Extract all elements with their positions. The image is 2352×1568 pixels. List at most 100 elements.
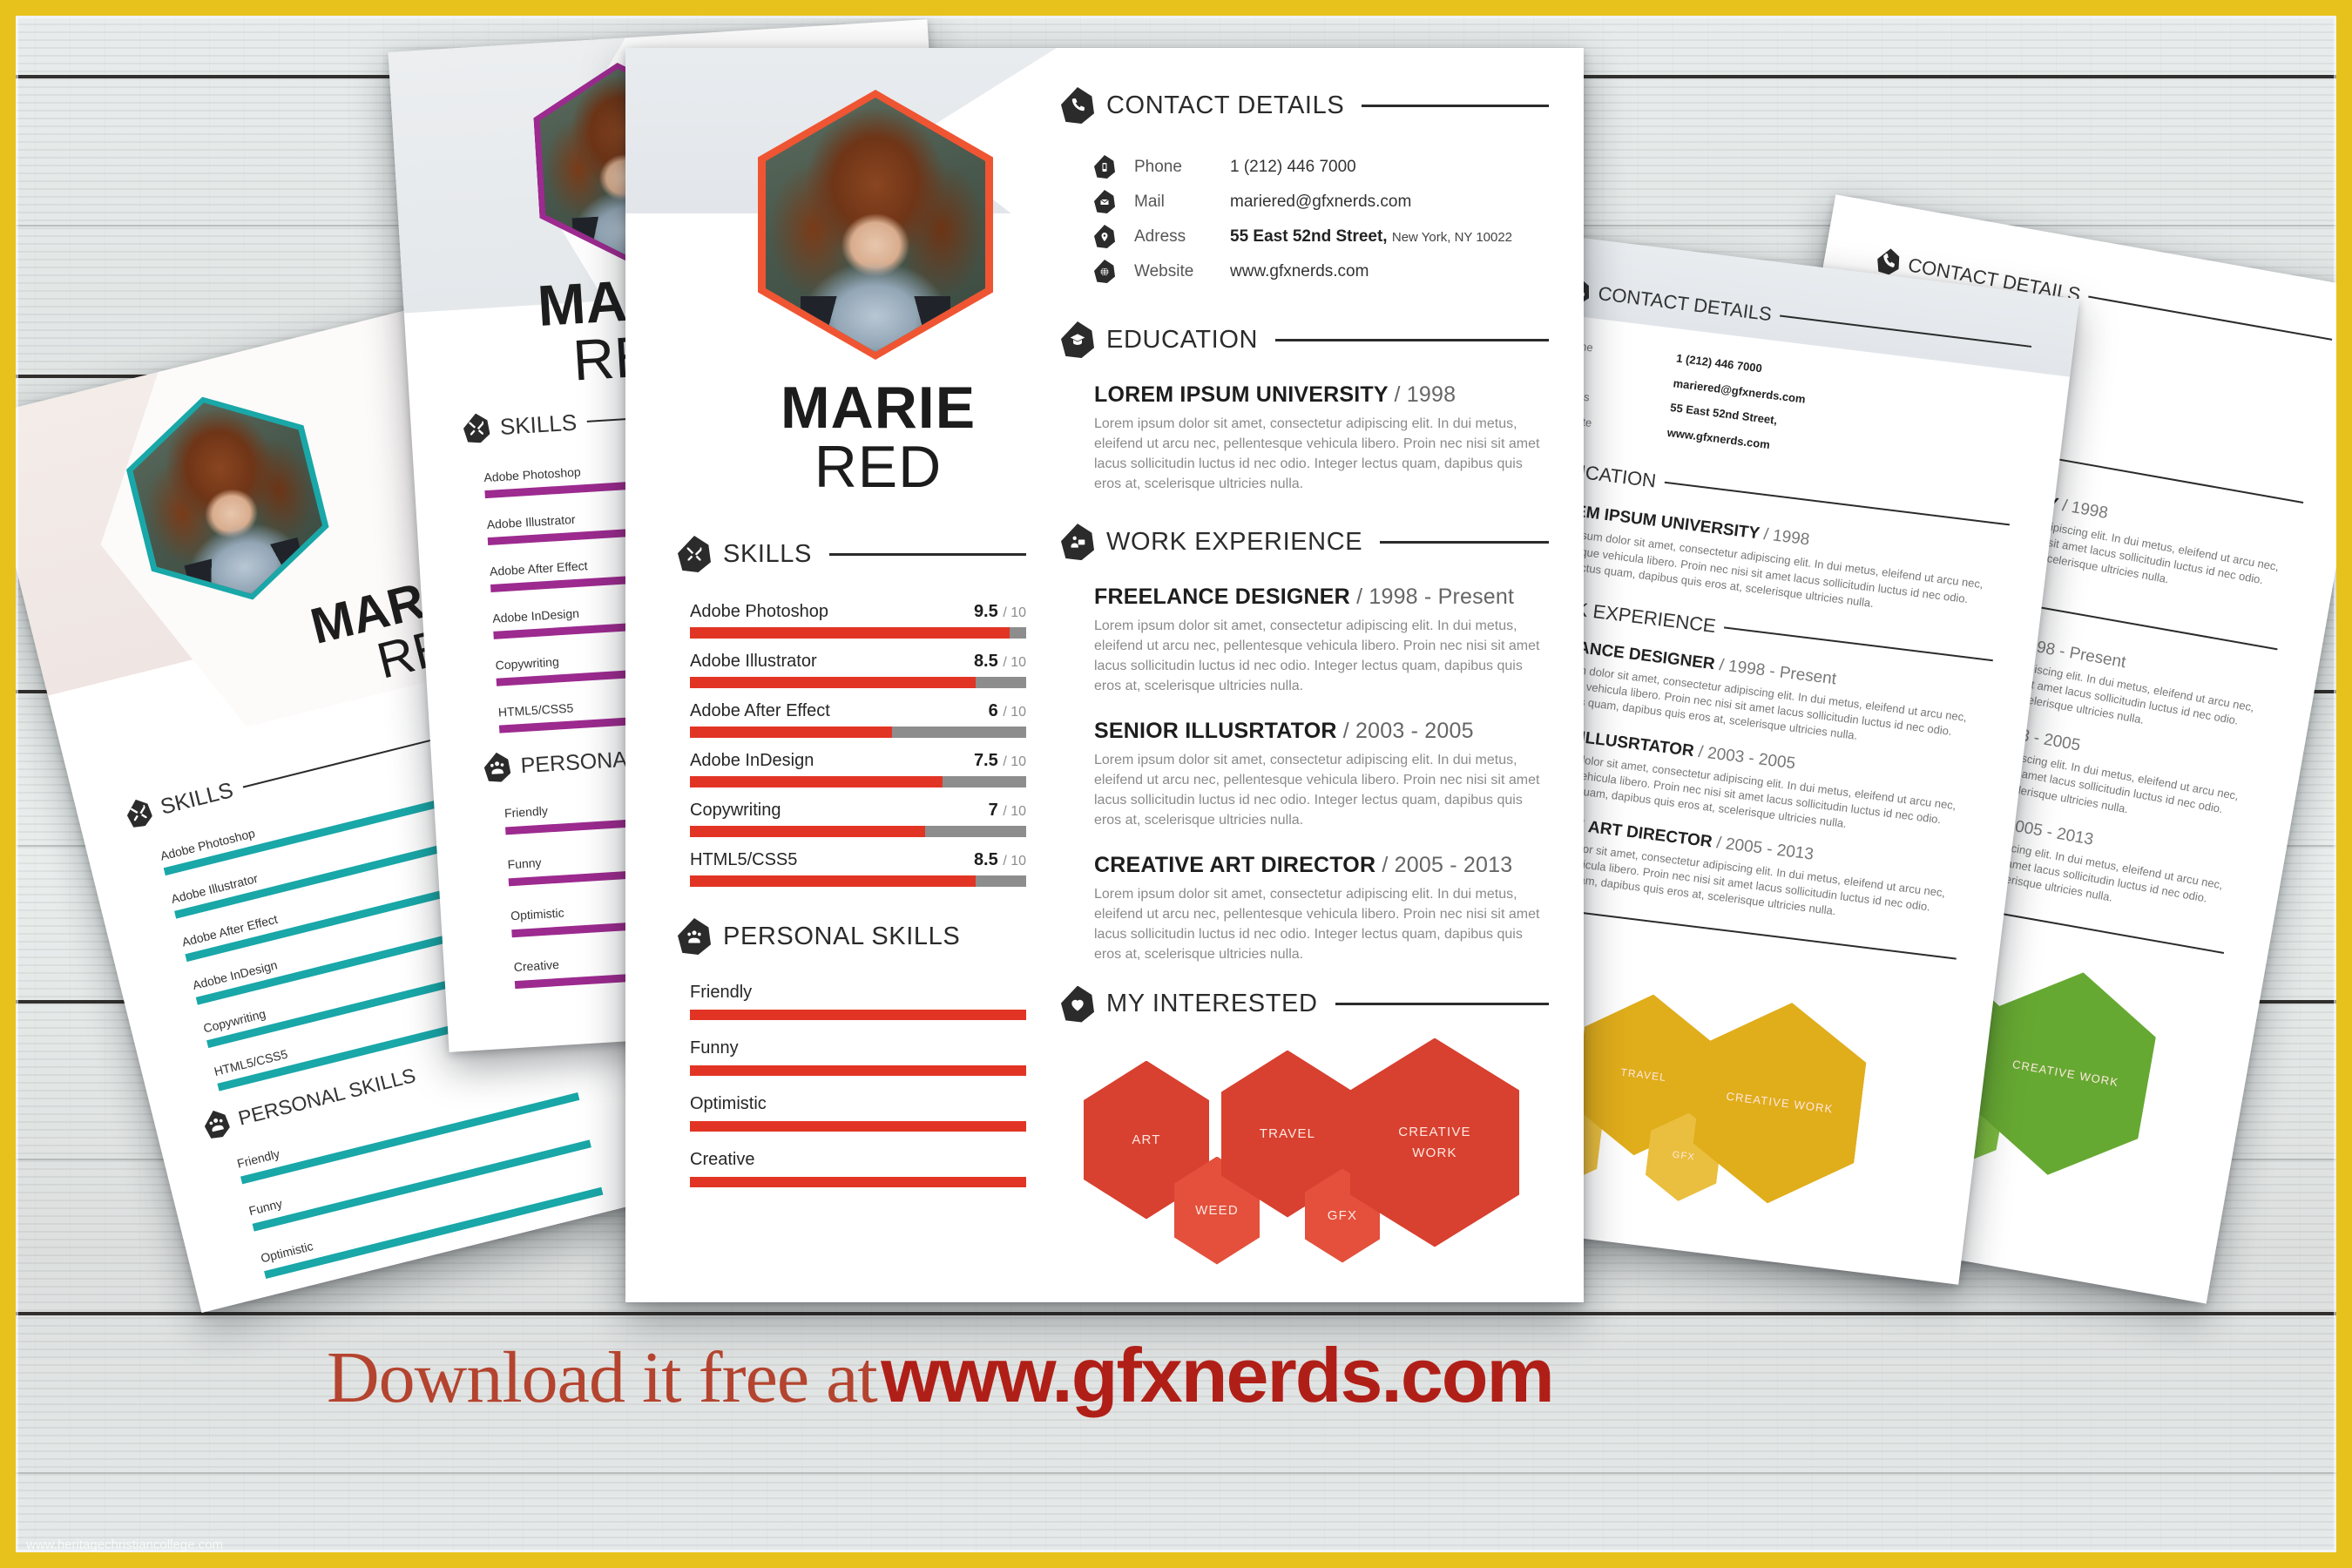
section-work-heading: WORK EXPERIENCE — [1061, 524, 1549, 561]
graduation-cap-icon — [1061, 321, 1094, 358]
skill-name: Adobe InDesign — [690, 751, 814, 770]
mobile-icon — [1094, 155, 1115, 179]
contact-label: Mail — [1134, 192, 1165, 211]
education-entry: LOREM IPSUM UNIVERSITY / 1998 Lorem ipsu… — [1094, 382, 1549, 494]
source-watermark: www.heritagechristiancollege.com — [26, 1538, 223, 1552]
section-title-personal: PERSONAL SKILLS — [723, 922, 961, 950]
interest-hex: CREATIVE WORK — [1966, 958, 2165, 1189]
interest-label: TRAVEL — [1259, 1125, 1316, 1141]
skill-bar-track — [690, 776, 1026, 787]
contact-value: 1 (212) 446 7000 — [1230, 157, 1356, 176]
resume-card-main[interactable]: MARIE RED SKILLS Adobe Photoshop 9.5 / 1… — [625, 48, 1584, 1302]
contact-value: mariered@gfxnerds.com — [1230, 192, 1412, 211]
skill-name: Copywriting — [690, 801, 781, 820]
skill-name: Adobe After Effect — [690, 701, 830, 720]
skill-row: Adobe Photoshop 9.5 / 10 — [690, 602, 1026, 639]
contact-value: www.gfxnerds.com — [1230, 261, 1369, 280]
interest-hexagons: ART WEED TRAVEL GFX CREATIVE WORK — [1084, 1037, 1545, 1300]
section-title-skills: SKILLS — [158, 777, 236, 820]
skill-name: HTML5/CSS5 — [690, 850, 798, 869]
contact-label: Phone — [1134, 157, 1182, 176]
section-interests-heading: MY INTERESTED — [1061, 985, 1549, 1023]
last-name: RED — [814, 433, 943, 500]
education-list: LOREM IPSUM UNIVERSITY / 1998 Lorem ipsu… — [1094, 382, 1549, 494]
globe-icon — [1094, 260, 1115, 283]
skill-name: Adobe Photoshop — [690, 602, 829, 621]
contact-row: Website www.gfxnerds.com — [1094, 260, 1549, 283]
contact-values: 1 (212) 446 7000 mariered@gfxnerds.com 5… — [1666, 351, 1807, 451]
work-entry-body: Lorem ipsum dolor sit amet, consectetur … — [1094, 887, 1540, 963]
skill-value: 8.5 / 10 — [973, 652, 1026, 671]
tools-icon — [463, 413, 490, 444]
interest-label: WEED — [1195, 1202, 1239, 1218]
skill-row: Copywriting 7 / 10 — [690, 801, 1026, 837]
first-name: MARIE — [780, 375, 977, 441]
work-list: FREELANCE DESIGNER / 1998 - Present Lore… — [1094, 585, 1549, 964]
work-entry-body: Lorem ipsum dolor sit amet, consectetur … — [1094, 753, 1540, 828]
skills-list: Adobe Photoshop 9.5 / 10 Adobe Illustrat… — [690, 602, 1026, 887]
personal-skill-name: Friendly — [690, 983, 753, 1002]
section-title-work: WORK EXPERIENCE — [1106, 527, 1363, 556]
heart-icon — [1061, 985, 1094, 1023]
personal-skill-name: Creative — [690, 1150, 755, 1169]
skill-bar-track — [690, 875, 1026, 887]
section-education-heading: EDUCATION — [1061, 321, 1549, 358]
interest-label: CREATIVE WORK — [1398, 1125, 1471, 1160]
phone-icon — [1876, 247, 1903, 276]
personal-skills-list: Friendly Funny Optimistic Creative — [690, 983, 1026, 1187]
section-skills-heading: SKILLS — [678, 536, 1026, 572]
skill-bar-track — [690, 826, 1026, 837]
work-entry-body: Lorem ipsum dolor sit amet, consectetur … — [1094, 618, 1540, 694]
education-entry-title: LOREM IPSUM UNIVERSITY / 1998 — [1094, 382, 1456, 407]
skill-row: Adobe After Effect 6 / 10 — [690, 701, 1026, 738]
skill-value: 9.5 / 10 — [973, 602, 1026, 621]
contact-row: Phone 1 (212) 446 7000 — [1094, 155, 1549, 179]
skill-bar-track — [690, 627, 1026, 639]
section-title-education: EDUCATION — [1106, 325, 1259, 354]
section-title-skills: SKILLS — [499, 409, 578, 440]
poster-stage: CONTACT DETAILS 1 (212) 446 7000 mariere… — [0, 0, 2352, 1568]
people-icon — [678, 918, 711, 955]
plank-grain — [0, 1472, 2352, 1474]
skill-row: Adobe InDesign 7.5 / 10 — [690, 751, 1026, 787]
contact-label: Adress — [1134, 226, 1186, 246]
contact-label: Website — [1134, 261, 1194, 280]
section-contact-heading: CONTACT DETAILS — [1061, 87, 1549, 124]
personal-skill-row: Creative — [690, 1150, 1026, 1187]
people-icon — [483, 752, 511, 783]
work-entry: FREELANCE DESIGNER / 1998 - Present Lore… — [1094, 585, 1549, 696]
phone-icon — [1061, 87, 1094, 124]
skill-row: HTML5/CSS5 8.5 / 10 — [690, 850, 1026, 887]
education-entry-body: Lorem ipsum dolor sit amet, consectetur … — [1094, 416, 1540, 492]
banner-site: www.gfxnerds.com — [881, 1332, 1555, 1418]
skill-name: Adobe Illustrator — [690, 652, 817, 671]
download-banner[interactable]: Download it free at www.gfxnerds.com — [327, 1331, 1555, 1420]
contact-row: Adress 55 East 52nd Street, New York, NY… — [1094, 225, 1549, 248]
banner-lead: Download it free at — [327, 1337, 878, 1418]
interest-label: GFX — [1327, 1207, 1358, 1223]
work-entry-title: CREATIVE ART DIRECTOR / 2005 - 2013 — [1094, 853, 1513, 878]
work-entry: SENIOR ILLUSRTATOR / 2003 - 2005 Lorem i… — [1094, 719, 1549, 830]
tools-icon — [124, 796, 154, 829]
personal-skill-name: Funny — [690, 1038, 739, 1058]
section-title-interests: MY INTERESTED — [1106, 990, 1318, 1017]
envelope-icon — [1094, 190, 1115, 213]
people-icon — [201, 1108, 232, 1141]
name-block: MARIE RED — [713, 375, 1044, 500]
plank-seam — [0, 1312, 2352, 1315]
contact-row: Mail mariered@gfxnerds.com — [1094, 190, 1549, 213]
pin-icon — [1094, 225, 1115, 248]
skill-value: 6 / 10 — [988, 701, 1026, 720]
work-entry-title: FREELANCE DESIGNER / 1998 - Present — [1094, 585, 1515, 610]
personal-skill-row: Funny — [690, 1038, 1026, 1076]
section-title-skills: SKILLS — [723, 539, 812, 568]
work-entry: CREATIVE ART DIRECTOR / 2005 - 2013 Lore… — [1094, 853, 1549, 964]
work-entry-title: SENIOR ILLUSRTATOR / 2003 - 2005 — [1094, 719, 1474, 744]
interest-label: ART — [1132, 1132, 1161, 1147]
contact-value: 55 East 52nd Street, New York, NY 10022 — [1230, 226, 1513, 246]
personal-skill-row: Optimistic — [690, 1094, 1026, 1132]
skill-value: 7 / 10 — [988, 801, 1026, 820]
avatar-main — [758, 90, 993, 360]
personal-skill-name: Optimistic — [690, 1094, 767, 1113]
skill-bar-track — [690, 727, 1026, 738]
